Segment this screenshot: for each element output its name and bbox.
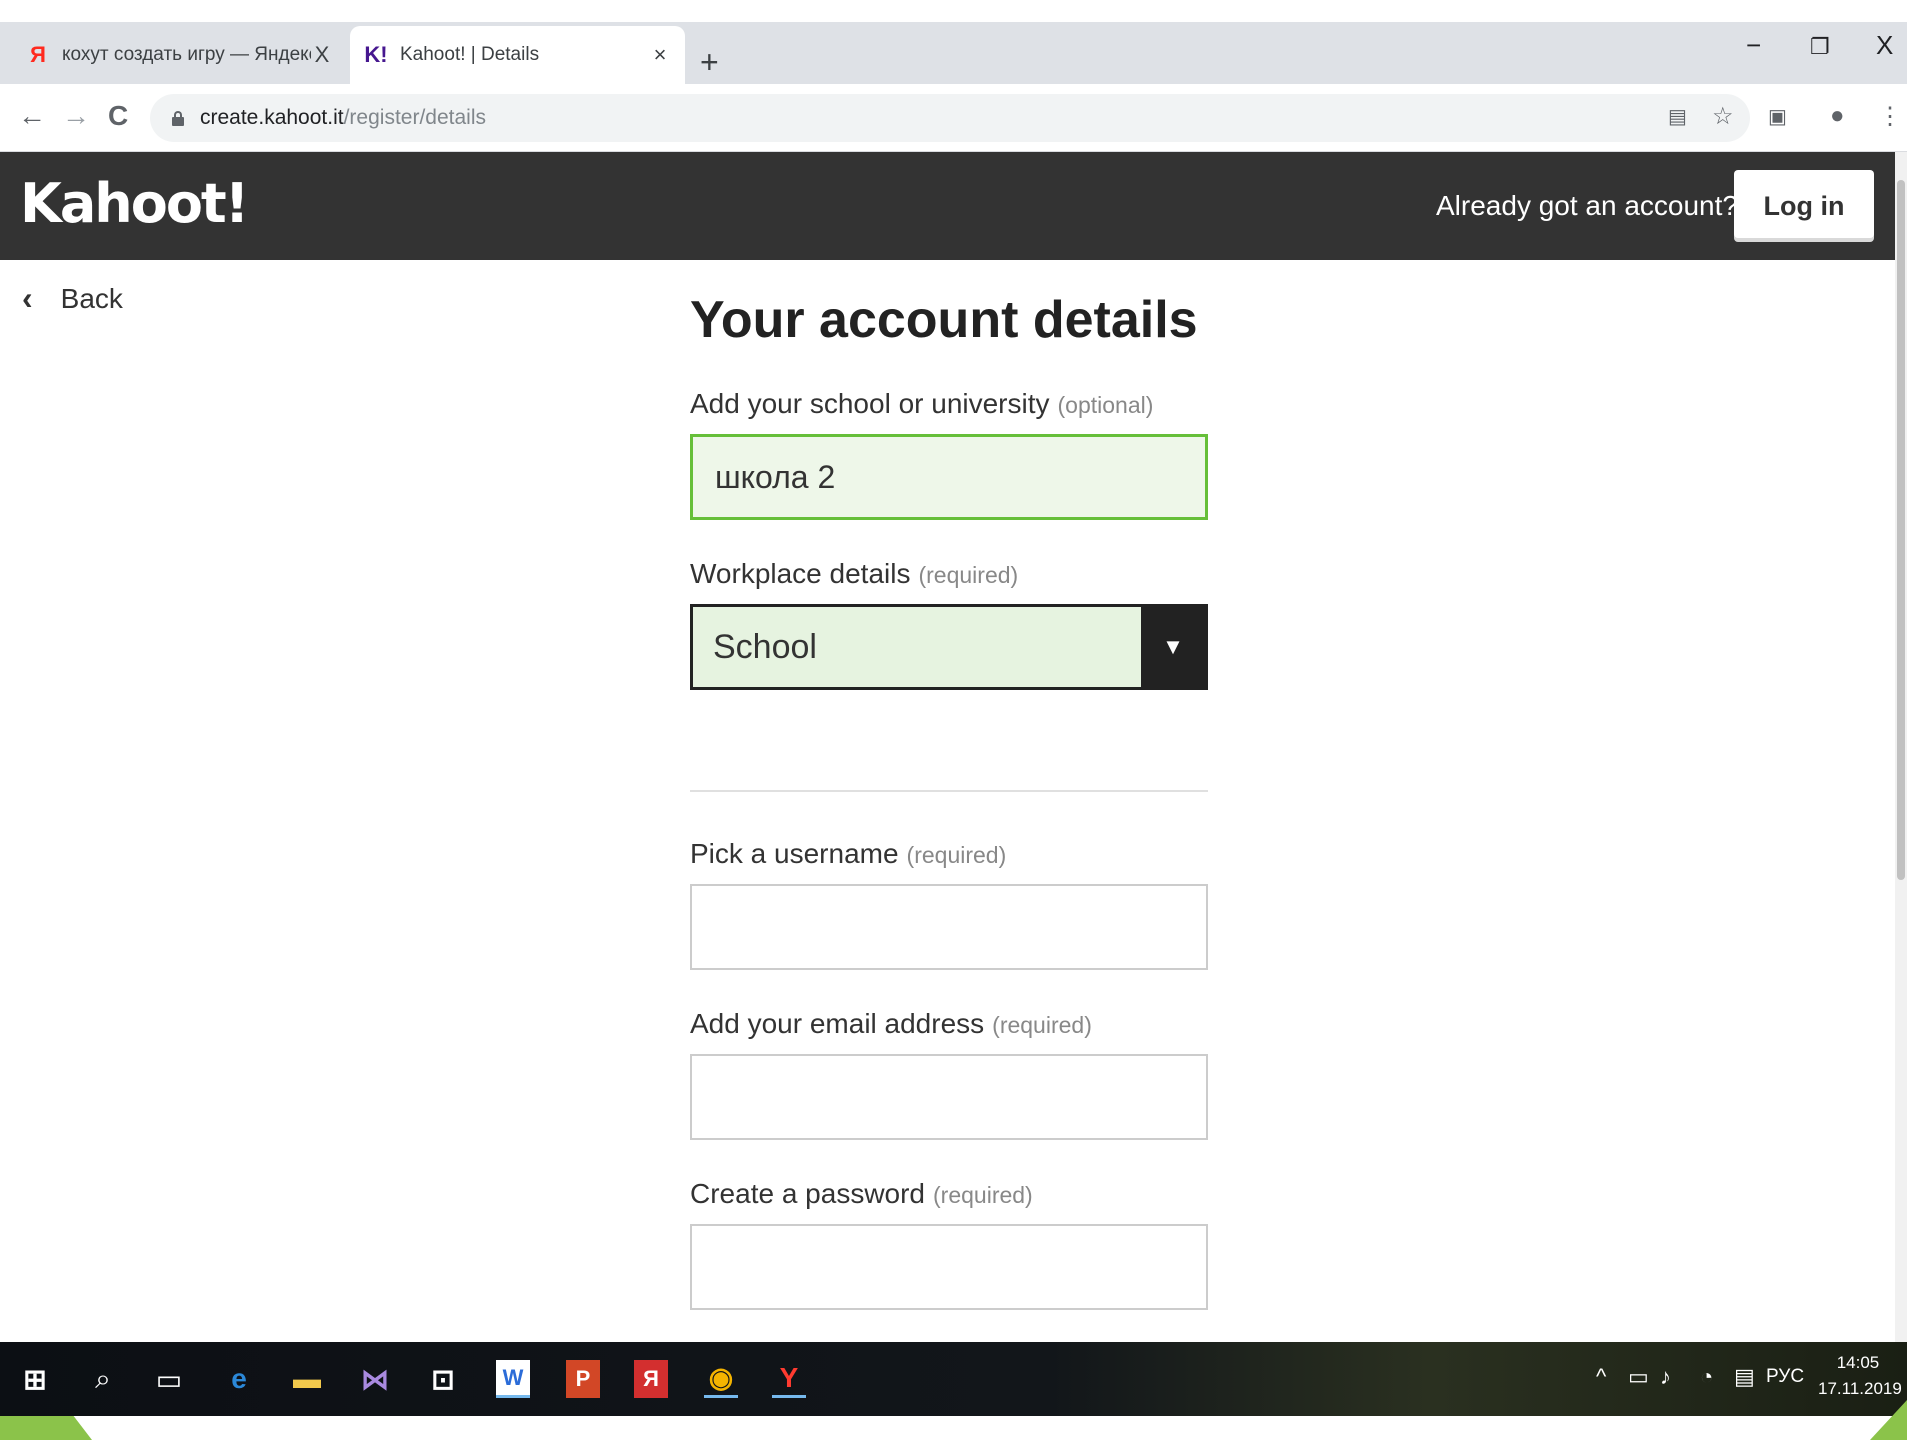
password-input[interactable] — [690, 1224, 1208, 1310]
email-label: Add your email address (required) — [690, 1008, 1208, 1040]
address-bar[interactable]: create.kahoot.it/register/details — [150, 94, 1750, 142]
restore-icon[interactable]: ❐ — [1810, 34, 1830, 60]
password-label: Create a password (required) — [690, 1178, 1208, 1210]
username-input[interactable] — [690, 884, 1208, 970]
extension-icon[interactable]: ▣ — [1768, 104, 1787, 129]
username-label-text: Pick a username — [690, 838, 899, 869]
volume-icon[interactable]: ♪ — [1660, 1364, 1671, 1390]
password-hint: (required) — [933, 1182, 1033, 1208]
back-link[interactable]: ‹ Back — [22, 280, 123, 317]
new-tab-button[interactable]: + — [700, 46, 719, 78]
kahoot-icon: K! — [364, 42, 388, 67]
tray-chevron-icon[interactable]: ^ — [1596, 1364, 1606, 1390]
email-hint: (required) — [992, 1012, 1092, 1038]
tab-strip: Я кохут создать игру — Яндекс: н X K! Ka… — [0, 22, 1907, 84]
star-icon[interactable]: ☆ — [1712, 102, 1734, 131]
translate-icon[interactable]: ▤ — [1668, 104, 1687, 129]
chevron-left-icon: ‹ — [22, 280, 33, 316]
windows-taskbar: ⊞ ⌕ ▭ e ▬ ⋈ ⊡ W P Я ◉ Y ^ ▭ ♪ ◔ ▤ РУС 14… — [0, 1342, 1907, 1416]
school-input[interactable]: школа 2 — [690, 434, 1208, 520]
username-hint: (required) — [906, 842, 1007, 868]
browser-toolbar: ← → C create.kahoot.it/register/details … — [0, 84, 1907, 152]
username-label: Pick a username (required) — [690, 838, 1208, 870]
windows-start-icon[interactable]: ⊞ — [18, 1360, 52, 1398]
workplace-select[interactable]: School ▼ — [690, 604, 1208, 690]
close-tab-icon[interactable]: X — [311, 42, 333, 68]
login-button[interactable]: Log in — [1734, 170, 1874, 242]
tab-title: Kahoot! | Details — [400, 44, 540, 65]
back-label: Back — [60, 282, 123, 314]
minimize-icon[interactable]: − — [1746, 30, 1761, 61]
account-details-form: Your account details Add your school or … — [690, 290, 1208, 1310]
search-icon[interactable]: ⌕ — [86, 1360, 120, 1398]
reload-icon[interactable]: C — [108, 100, 128, 132]
powerpoint-icon[interactable]: P — [566, 1360, 600, 1398]
password-label-text: Create a password — [690, 1178, 926, 1209]
file-explorer-icon[interactable]: ▬ — [290, 1360, 324, 1398]
clock-time: 14:05 — [1836, 1353, 1880, 1372]
school-label: Add your school or university (optional) — [690, 388, 1208, 420]
site-header: Kahoot! Already got an account? Log in — [0, 152, 1895, 260]
yandex-app-icon[interactable]: Я — [634, 1360, 668, 1398]
store-icon[interactable]: ⊡ — [426, 1360, 460, 1398]
chrome-icon[interactable]: ◉ — [704, 1360, 738, 1398]
screenshot-frame: Я кохут создать игру — Яндекс: н X K! Ka… — [0, 0, 1907, 1440]
email-input[interactable] — [690, 1054, 1208, 1140]
battery-icon[interactable]: ▭ — [1628, 1364, 1649, 1390]
kahoot-logo[interactable]: Kahoot! — [20, 172, 249, 235]
url-path: /register/details — [343, 106, 486, 129]
lock-icon — [170, 110, 186, 126]
profile-icon[interactable]: ● — [1830, 102, 1845, 130]
tab-kahoot[interactable]: K! Kahoot! | Details × — [350, 26, 685, 84]
close-window-icon[interactable]: X — [1876, 30, 1893, 61]
menu-icon[interactable]: ⋮ — [1878, 102, 1902, 131]
edge-icon[interactable]: e — [222, 1360, 256, 1398]
forward-arrow-icon[interactable]: → — [62, 100, 90, 132]
already-account-text: Already got an account? — [1436, 190, 1738, 221]
scrollbar-thumb[interactable] — [1897, 180, 1905, 880]
media-icon[interactable]: ⋈ — [358, 1360, 392, 1398]
close-tab-icon[interactable]: × — [649, 42, 671, 68]
tab-title: кохут создать игру — Яндекс: н — [62, 44, 311, 65]
school-hint: (optional) — [1057, 392, 1154, 418]
clock-date: 17.11.2019 — [1818, 1379, 1902, 1398]
workplace-label-text: Workplace details — [690, 558, 911, 589]
divider — [690, 790, 1208, 792]
dropdown-arrow-icon[interactable]: ▼ — [1141, 607, 1205, 687]
wifi-icon[interactable]: ◔ — [1700, 1364, 1713, 1390]
tab-yandex[interactable]: Я кохут создать игру — Яндекс: н X — [12, 26, 347, 84]
workplace-hint: (required) — [918, 562, 1019, 588]
notification-icon[interactable]: ▤ — [1734, 1364, 1755, 1390]
taskbar-clock[interactable]: 14:05 17.11.2019 — [1818, 1350, 1902, 1402]
email-label-text: Add your email address — [690, 1008, 985, 1039]
workplace-label: Workplace details (required) — [690, 558, 1208, 590]
slide-footer — [0, 1416, 1907, 1440]
yandex-icon: Я — [30, 42, 46, 67]
back-arrow-icon[interactable]: ← — [18, 100, 46, 132]
yandex-browser-icon[interactable]: Y — [772, 1360, 806, 1398]
task-view-icon[interactable]: ▭ — [152, 1360, 186, 1398]
page-title: Your account details — [690, 291, 1198, 349]
school-label-text: Add your school or university — [690, 388, 1050, 419]
word-icon[interactable]: W — [496, 1360, 530, 1398]
url-host: create.kahoot.it — [200, 106, 344, 129]
workplace-value: School — [713, 627, 817, 666]
language-indicator[interactable]: РУС — [1766, 1366, 1804, 1388]
